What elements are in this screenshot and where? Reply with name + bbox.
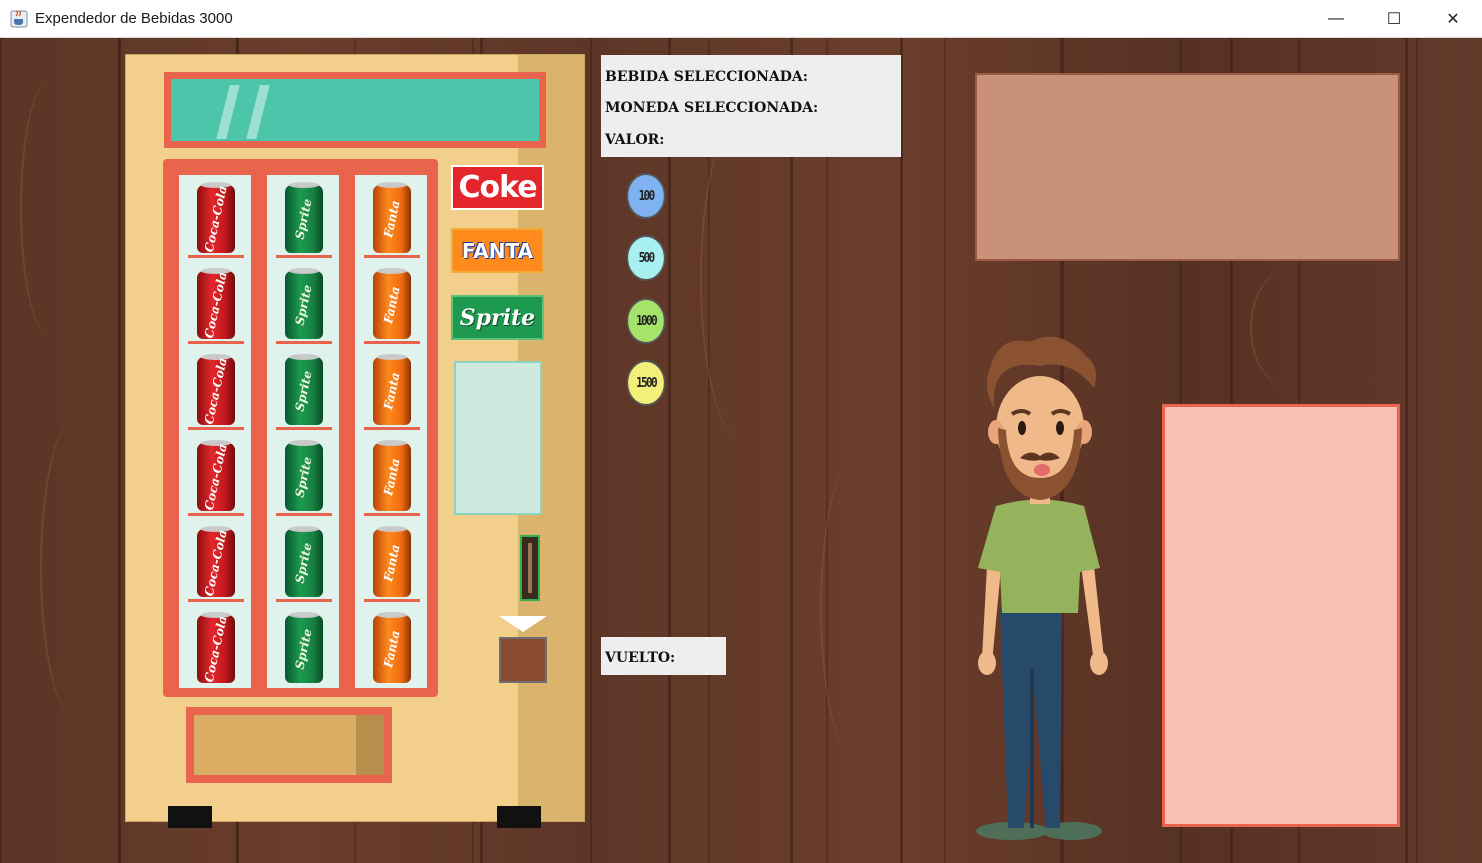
drink-rack: Coca-Cola Coca-Cola Coca-Cola Coca-Cola … <box>163 159 438 697</box>
coin-slot[interactable] <box>520 535 540 601</box>
wood-plank-seam <box>900 38 903 863</box>
sprite-can[interactable]: Sprite <box>285 354 323 425</box>
coke-can[interactable]: Coca-Cola <box>197 526 235 597</box>
moneda-label: MONEDA SELECCIONADA: <box>605 100 819 116</box>
sprite-logo: Sprite <box>459 304 536 331</box>
fanta-can[interactable]: Fanta <box>373 612 411 683</box>
shelf <box>364 255 420 258</box>
machine-foot <box>497 806 541 828</box>
coke-can[interactable]: Coca-Cola <box>197 612 235 683</box>
fanta-can[interactable]: Fanta <box>373 526 411 597</box>
valor-label: VALOR: <box>605 132 665 148</box>
select-coke-button[interactable]: Coke <box>451 165 544 210</box>
shelf <box>276 255 332 258</box>
fanta-can[interactable]: Fanta <box>373 440 411 511</box>
game-stage: Coca-Cola Coca-Cola Coca-Cola Coca-Cola … <box>0 38 1482 863</box>
machine-foot <box>168 806 212 828</box>
wood-plank-seam <box>118 38 121 863</box>
fanta-can[interactable]: Fanta <box>373 182 411 253</box>
shelf <box>276 599 332 602</box>
change-tray[interactable] <box>499 637 547 683</box>
coke-can[interactable]: Coca-Cola <box>197 268 235 339</box>
wood-grain <box>1250 268 1332 388</box>
change-arrow-icon <box>499 616 547 632</box>
wood-grain <box>40 418 112 718</box>
coin-1000-button[interactable]: 1000 <box>626 298 666 344</box>
shelf <box>364 341 420 344</box>
display-glare <box>216 85 240 139</box>
shelf <box>188 513 244 516</box>
shelf <box>188 427 244 430</box>
machine-glass-panel <box>454 361 542 515</box>
shelf <box>276 341 332 344</box>
wood-grain <box>20 78 82 338</box>
wood-plank-seam <box>668 38 671 863</box>
shelf <box>364 513 420 516</box>
coke-logo: Coke <box>458 170 537 205</box>
shelf <box>364 599 420 602</box>
sprite-can[interactable]: Sprite <box>285 526 323 597</box>
column-coke: Coca-Cola Coca-Cola Coca-Cola Coca-Cola … <box>177 173 253 690</box>
coke-can[interactable]: Coca-Cola <box>197 354 235 425</box>
select-fanta-button[interactable]: FANTA <box>451 228 544 273</box>
selection-info-panel: BEBIDA SELECCIONADA: MONEDA SELECCIONADA… <box>601 55 901 157</box>
shelf <box>276 513 332 516</box>
shelf <box>188 255 244 258</box>
vuelto-label: VUELTO: <box>605 650 676 666</box>
fanta-logo: FANTA <box>461 238 534 263</box>
shelf <box>188 599 244 602</box>
bottom-right-panel <box>1162 404 1400 827</box>
coke-can[interactable]: Coca-Cola <box>197 182 235 253</box>
wood-plank-seam <box>790 38 793 863</box>
fanta-can[interactable]: Fanta <box>373 268 411 339</box>
minimize-button[interactable]: — <box>1307 0 1365 37</box>
maximize-button[interactable]: ☐ <box>1365 0 1423 37</box>
wood-grain <box>820 458 892 758</box>
dispense-slot[interactable] <box>186 707 392 783</box>
title-bar: Expendedor de Bebidas 3000 — ☐ ✕ <box>0 0 1482 38</box>
coin-100-button[interactable]: 100 <box>626 173 666 219</box>
sprite-can[interactable]: Sprite <box>285 268 323 339</box>
vending-machine: Coca-Cola Coca-Cola Coca-Cola Coca-Cola … <box>125 54 585 822</box>
coke-can[interactable]: Coca-Cola <box>197 440 235 511</box>
coin-500-button[interactable]: 500 <box>626 235 666 281</box>
close-button[interactable]: ✕ <box>1424 0 1482 37</box>
shelf <box>188 341 244 344</box>
customer-character <box>976 336 1108 840</box>
shelf <box>364 427 420 430</box>
fanta-can[interactable]: Fanta <box>373 354 411 425</box>
wood-plank-seam <box>1405 38 1408 863</box>
column-fanta: Fanta Fanta Fanta Fanta Fanta Fanta <box>353 173 429 690</box>
machine-display <box>164 72 546 148</box>
sprite-can[interactable]: Sprite <box>285 612 323 683</box>
change-info-panel: VUELTO: <box>601 637 726 675</box>
coin-1500-button[interactable]: 1500 <box>626 360 666 406</box>
top-right-panel <box>975 73 1400 261</box>
display-glare <box>246 85 270 139</box>
window-title: Expendedor de Bebidas 3000 <box>35 10 233 27</box>
select-sprite-button[interactable]: Sprite <box>451 295 544 340</box>
column-sprite: Sprite Sprite Sprite Sprite Sprite Sprit… <box>265 173 341 690</box>
shelf <box>276 427 332 430</box>
java-app-icon <box>10 10 28 28</box>
wood-grain <box>700 118 782 438</box>
sprite-can[interactable]: Sprite <box>285 440 323 511</box>
sprite-can[interactable]: Sprite <box>285 182 323 253</box>
bebida-label: BEBIDA SELECCIONADA: <box>605 69 808 85</box>
